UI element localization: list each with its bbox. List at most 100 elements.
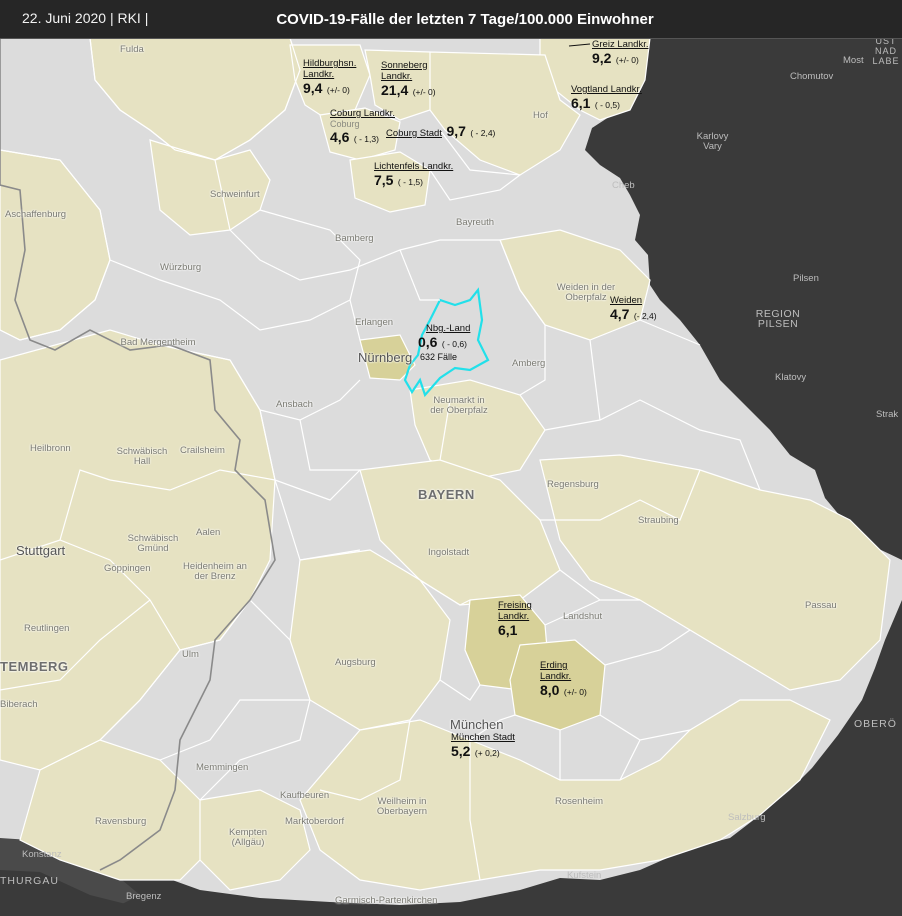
annotation-delta: (+/- 0) xyxy=(615,55,639,65)
annotation-value: 7,5 xyxy=(374,172,394,188)
annotation-value: 9,2 xyxy=(592,50,612,66)
place-label: München xyxy=(450,717,504,732)
outside-label: THURGAU xyxy=(0,875,59,887)
annotation-name: Nbg.-Land xyxy=(426,323,471,334)
annotation-delta: (+ 0,2) xyxy=(474,748,500,758)
place-label: Bad Mergentheim xyxy=(120,337,196,348)
annotation-cases: 632 Fälle xyxy=(420,352,458,362)
place-label: Stuttgart xyxy=(16,543,66,558)
annotation-delta: (+/- 0) xyxy=(326,85,350,95)
place-label: Passau xyxy=(805,600,837,611)
place-label: Weiden in der Oberpfalz xyxy=(556,282,616,303)
place-label: Schweinfurt xyxy=(210,189,260,200)
outside-label: OBERÖ xyxy=(854,718,897,730)
annotation-sonneberg[interactable]: Sonneberg Landkr. 21,4 (+/- 0) xyxy=(381,60,437,100)
place-label: Kaufbeuren xyxy=(280,790,330,801)
annotation-vogtland[interactable]: Vogtland Landkr. 6,1 ( - 0,5) xyxy=(571,84,642,113)
place-label: Schwäbisch Gmünd xyxy=(127,533,179,554)
annotation-name: Coburg Stadt xyxy=(386,128,442,139)
place-label: Göppingen xyxy=(104,563,151,574)
place-label: Bayreuth xyxy=(456,217,495,228)
place-label: Kufstein xyxy=(567,870,602,881)
annotation-name: Hildburghsn. Landkr. xyxy=(303,58,357,80)
annotation-value: 9,4 xyxy=(303,80,323,96)
place-label: Erlangen xyxy=(355,317,394,328)
place-label: Ingolstadt xyxy=(428,547,470,558)
place-label: Neumarkt in der Oberpfalz xyxy=(430,395,488,416)
annotation-weiden[interactable]: Weiden 4,7 (- 2,4) xyxy=(610,295,657,324)
annotation-nbg-land[interactable]: Nbg.-Land 0,6 ( - 0,6) 632 Fälle xyxy=(418,323,470,362)
place-label: Salzburg xyxy=(728,812,766,823)
annotation-name: München Stadt xyxy=(451,732,515,743)
outside-label: ÜST NAD LABE xyxy=(872,36,900,66)
annotation-hildburghausen[interactable]: Hildburghsn. Landkr. 9,4 (+/- 0) xyxy=(303,58,367,98)
header-bar: 22. Juni 2020 | RKI | COVID-19-Fälle der… xyxy=(0,0,902,39)
annotation-value: 4,6 xyxy=(330,129,350,145)
outside-label: REGION PILSEN xyxy=(755,308,801,330)
outside-label: Strak xyxy=(876,409,899,420)
annotation-name: Lichtenfels Landkr. xyxy=(374,161,454,172)
annotation-delta: ( - 1,3) xyxy=(353,134,379,144)
annotation-value: 5,2 xyxy=(451,743,471,759)
annotation-delta: (- 2,4) xyxy=(633,311,657,321)
place-label: Aalen xyxy=(196,527,221,538)
place-label: Rosenheim xyxy=(555,796,604,807)
outside-label: Chomutov xyxy=(790,71,834,82)
annotation-name: Vogtland Landkr. xyxy=(571,84,642,95)
annotation-greiz[interactable]: Greiz Landkr. 9,2 (+/- 0) xyxy=(592,39,649,68)
annotation-delta: ( - 1,5) xyxy=(397,177,423,187)
outside-label: Most xyxy=(843,55,864,66)
place-label: Ulm xyxy=(182,649,199,660)
place-label: Nürnberg xyxy=(358,350,413,365)
annotation-erding[interactable]: Erding Landkr. 8,0 (+/- 0) xyxy=(540,660,587,700)
map-view[interactable]: 22. Juni 2020 | RKI | COVID-19-Fälle der… xyxy=(0,0,902,916)
annotation-value: 9,7 xyxy=(446,123,466,139)
outside-label: Karlovy Vary xyxy=(696,131,729,152)
annotation-name: Sonneberg Landkr. xyxy=(381,60,428,82)
annotation-value: 6,1 xyxy=(498,622,518,638)
place-label: Hof xyxy=(533,110,548,121)
place-label: Straubing xyxy=(638,515,679,526)
annotation-value: 21,4 xyxy=(381,82,409,98)
annotation-value: 0,6 xyxy=(418,334,438,350)
annotation-value: 4,7 xyxy=(610,306,630,322)
annotation-name: Coburg Landkr. xyxy=(330,108,395,119)
annotation-delta: (+/- 0) xyxy=(412,87,436,97)
map-canvas[interactable]: Fulda Hof Cheb Schweinfurt Aschaffenburg… xyxy=(0,36,902,916)
map-title: COVID-19-Fälle der letzten 7 Tage/100.00… xyxy=(276,11,654,28)
place-label: Weilheim in Oberbayern xyxy=(376,796,428,817)
place-label: Augsburg xyxy=(335,657,376,668)
annotation-freising[interactable]: Freising Landkr. 6,1 xyxy=(498,600,542,640)
annotation-delta: (+/- 0) xyxy=(563,687,587,697)
annotation-name: Freising Landkr. xyxy=(498,600,532,622)
annotation-value: 6,1 xyxy=(571,95,591,111)
annotation-delta: ( - 0,5) xyxy=(594,100,620,110)
place-label: Heilbronn xyxy=(30,443,71,454)
place-label: Kempten (Allgäu) xyxy=(228,827,268,848)
place-label: Memmingen xyxy=(196,762,249,773)
annotation-delta: ( - 2,4) xyxy=(470,128,496,138)
place-label: Bregenz xyxy=(126,891,162,902)
place-label: Marktoberdorf xyxy=(285,816,345,827)
place-label: Bamberg xyxy=(335,233,374,244)
place-label: Landshut xyxy=(563,611,603,622)
outside-label: Klatovy xyxy=(775,372,807,383)
region-label-wuerttemberg: TEMBERG xyxy=(0,659,69,674)
annotation-name: Greiz Landkr. xyxy=(592,39,649,50)
place-label: Schwäbisch Hall xyxy=(116,446,168,467)
place-label: Ravensburg xyxy=(95,816,147,827)
annotation-name: Weiden xyxy=(610,295,643,306)
annotation-lichtenfels[interactable]: Lichtenfels Landkr. 7,5 ( - 1,5) xyxy=(374,161,453,190)
annotation-coburg-stadt[interactable]: Coburg Stadt 9,7 ( - 2,4) xyxy=(386,123,495,141)
place-label: Biberach xyxy=(0,699,38,710)
place-label: Cheb xyxy=(612,180,635,191)
place-label: Reutlingen xyxy=(24,623,70,634)
region-label-bayern: BAYERN xyxy=(418,487,475,502)
annotation-muenchen-stadt[interactable]: München Stadt 5,2 (+ 0,2) xyxy=(451,732,515,761)
annotation-delta: ( - 0,6) xyxy=(441,339,467,349)
place-label: Crailsheim xyxy=(180,445,225,456)
place-label: Regensburg xyxy=(547,479,599,490)
place-label: Konstanz xyxy=(22,849,62,860)
annotation-name: Erding Landkr. xyxy=(540,660,572,682)
place-label: Aschaffenburg xyxy=(5,209,67,220)
